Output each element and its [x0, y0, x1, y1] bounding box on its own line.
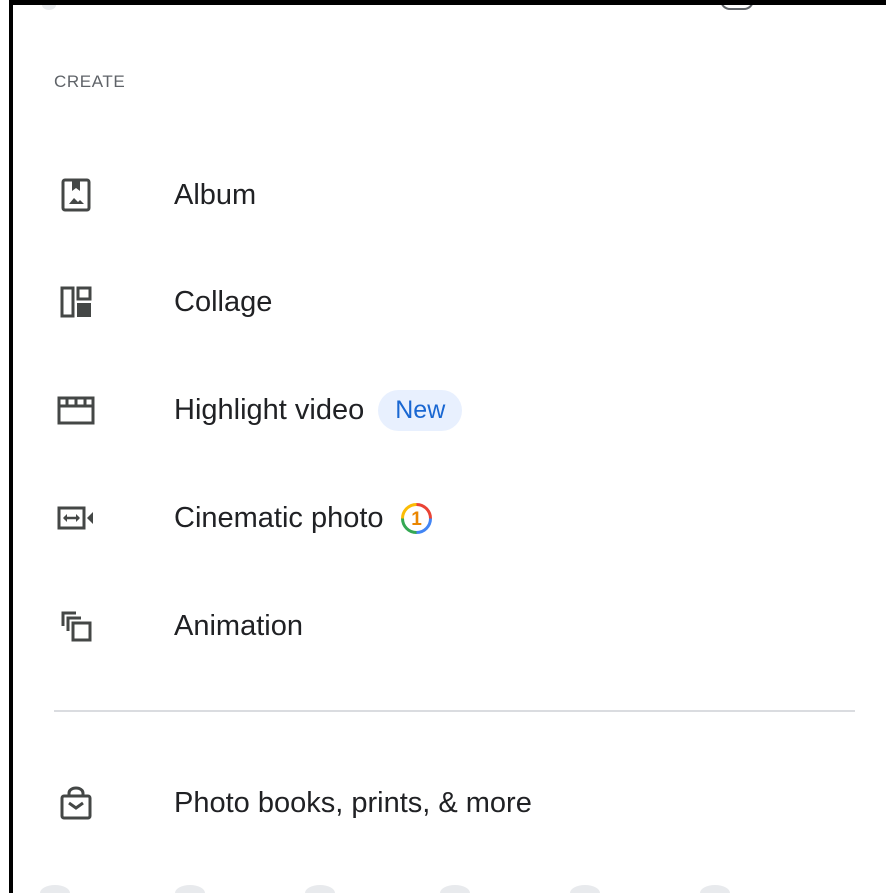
- menu-item-collage[interactable]: Collage: [54, 274, 854, 330]
- menu-item-highlight-video[interactable]: Highlight video New: [54, 382, 854, 438]
- menu-item-label: Animation: [174, 609, 303, 642]
- animation-icon: [56, 606, 96, 646]
- create-menu: CREATE Album Collage Highlight video New…: [13, 5, 886, 893]
- cinematic-icon: [56, 498, 96, 538]
- new-badge: New: [378, 389, 463, 431]
- menu-item-album[interactable]: Album: [54, 167, 854, 223]
- menu-item-photo-books[interactable]: Photo books, prints, & more: [54, 775, 854, 831]
- menu-item-label: Cinematic photo: [174, 501, 384, 534]
- movie-icon: [56, 390, 96, 430]
- menu-item-animation[interactable]: Animation: [54, 598, 854, 654]
- menu-item-cinematic-photo[interactable]: Cinematic photo 1: [54, 490, 854, 546]
- menu-item-label: Highlight video: [174, 393, 365, 426]
- menu-item-label: Collage: [174, 285, 273, 318]
- window-frame-top: [9, 0, 886, 5]
- notification-count: 1: [411, 509, 422, 530]
- menu-divider: [54, 710, 855, 712]
- section-label-create: CREATE: [54, 72, 126, 91]
- album-icon: [56, 175, 96, 215]
- shopping-bag-icon: [56, 783, 96, 823]
- notification-count-badge: 1: [400, 502, 433, 535]
- menu-item-label: Album: [174, 178, 257, 211]
- window-frame-left: [9, 0, 13, 893]
- collage-icon: [56, 282, 96, 322]
- menu-item-label: Photo books, prints, & more: [174, 786, 532, 819]
